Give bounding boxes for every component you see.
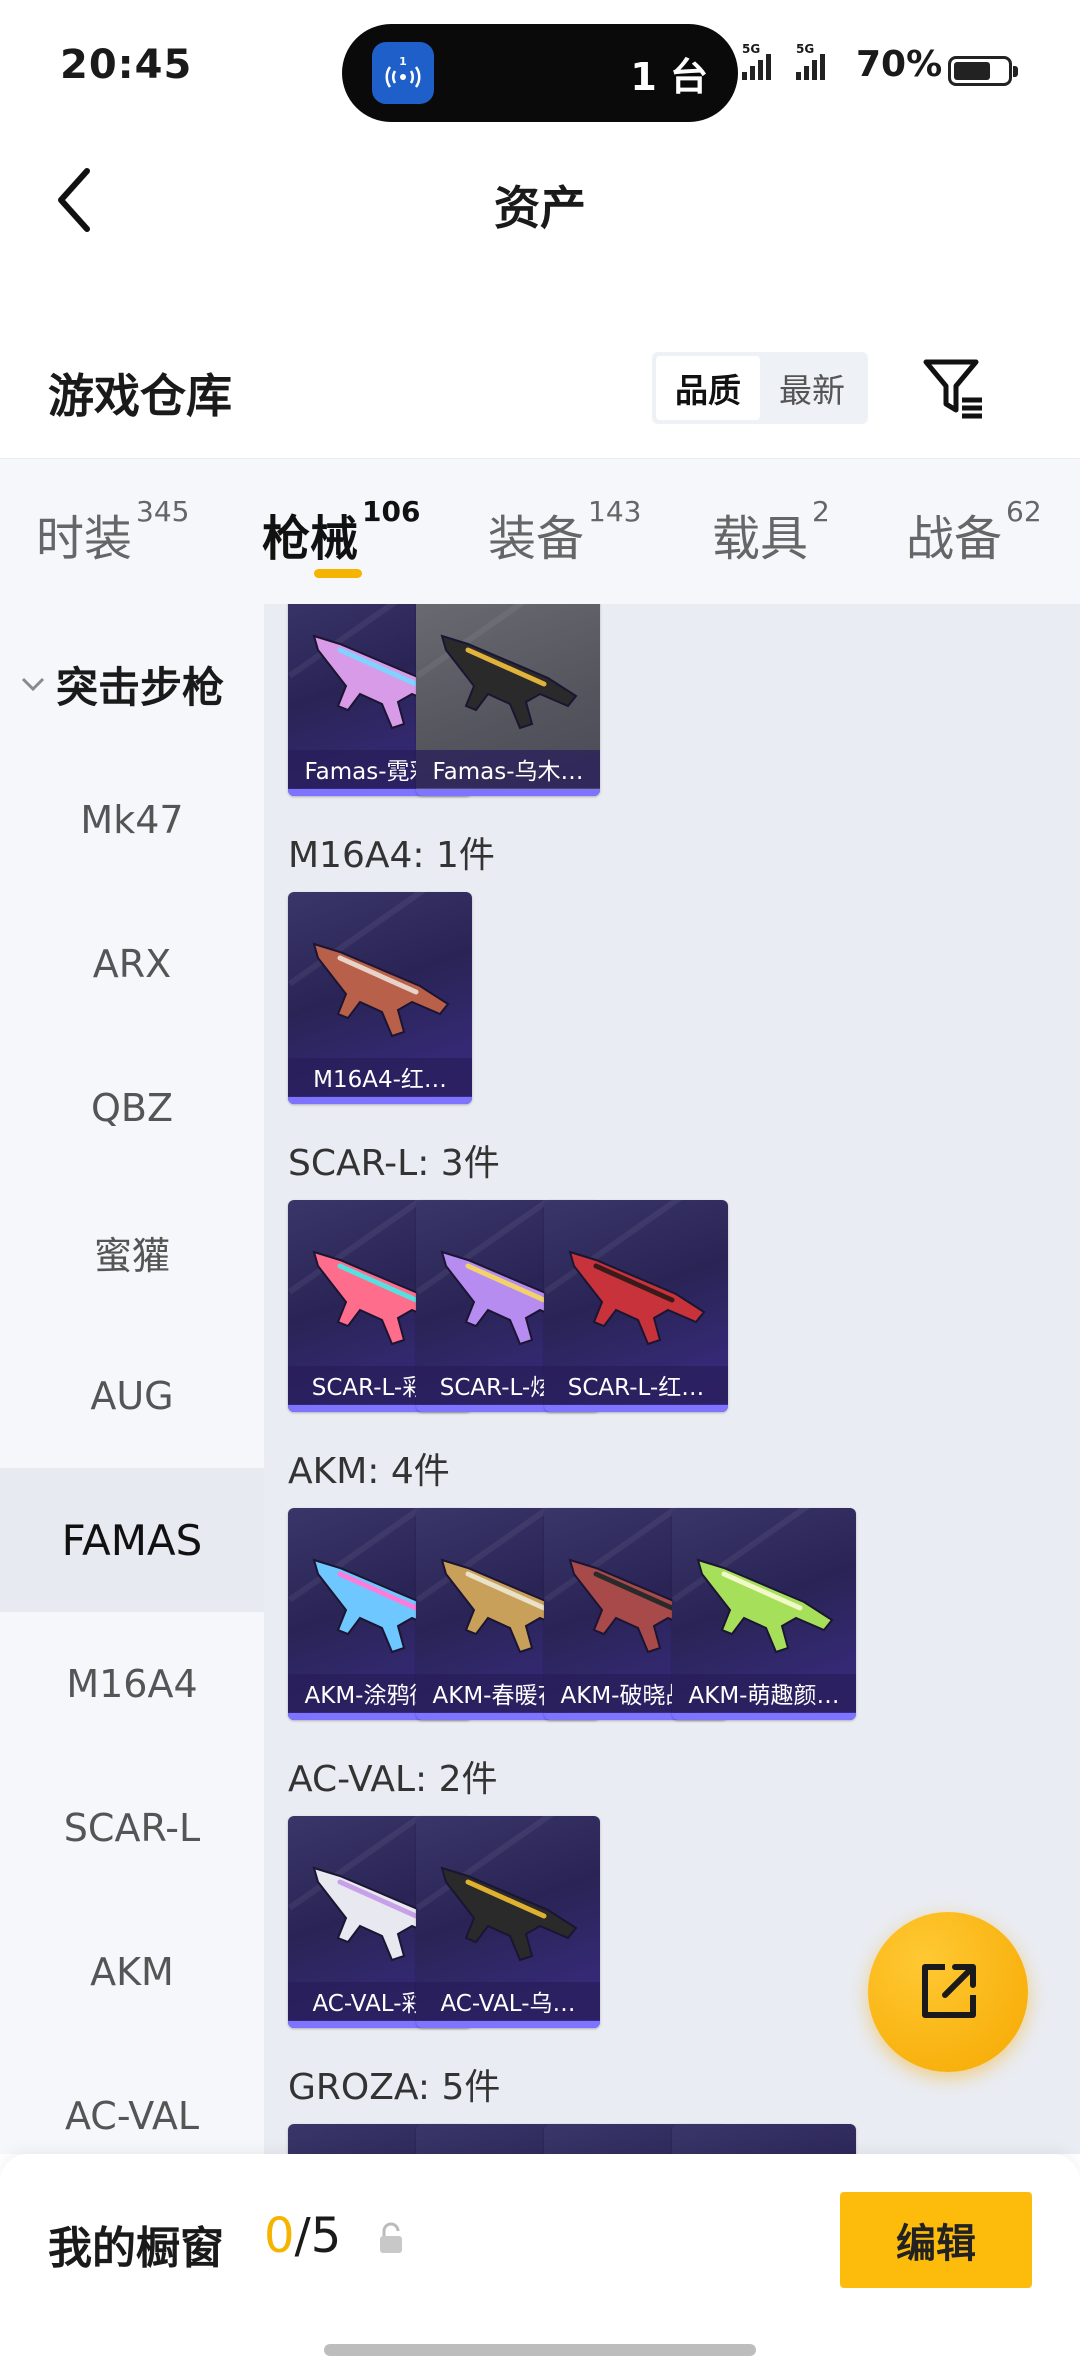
group-label: M16A4: 1件: [288, 835, 495, 876]
sidebar-category-assault-rifles[interactable]: 突击步枪: [20, 654, 224, 715]
inventory-title: 游戏仓库: [48, 369, 232, 423]
status-bar: 20:45 1 1 台 5G 5G 70%: [0, 0, 1080, 140]
edit-button[interactable]: 编辑: [840, 2192, 1032, 2288]
share-button[interactable]: [868, 1912, 1028, 2072]
weapon-card[interactable]: M16A4-红…: [288, 892, 472, 1104]
sort-quality[interactable]: 品质: [656, 356, 760, 420]
showcase-count: 0/5: [264, 2208, 342, 2264]
group-label: SCAR-L: 3件: [288, 1143, 500, 1184]
rarity-bar: [416, 789, 600, 796]
weapon-card[interactable]: SCAR-L-红…: [544, 1200, 728, 1412]
sidebar-item-m16a4[interactable]: M16A4: [0, 1612, 264, 1756]
group-label: GROZA: 5件: [288, 2067, 501, 2108]
weapon-name: Famas-乌木…: [416, 750, 600, 788]
sidebar-item-akm[interactable]: AKM: [0, 1900, 264, 2044]
sidebar-item-arx[interactable]: ARX: [0, 892, 264, 1036]
sidebar-item-honey-badger[interactable]: 蜜獾: [0, 1180, 264, 1324]
weapon-name: AC-VAL-乌…: [416, 1982, 600, 2020]
sidebar-item-famas[interactable]: FAMAS: [0, 1468, 264, 1612]
dynamic-island[interactable]: 1 1 台: [342, 24, 738, 122]
tab-supplies[interactable]: 战备 62: [906, 495, 1042, 569]
home-indicator[interactable]: [324, 2344, 756, 2356]
share-icon: [922, 1964, 976, 2018]
weapon-image: [312, 942, 450, 1038]
sidebar-item-scar-l[interactable]: SCAR-L: [0, 1756, 264, 1900]
lock-icon: [380, 2222, 402, 2253]
rarity-bar: [544, 1405, 728, 1412]
tab-vehicles[interactable]: 载具 2: [712, 495, 830, 569]
weapon-image: [696, 1558, 834, 1654]
chevron-down-icon: [21, 677, 45, 691]
group-label: AKM: 4件: [288, 1451, 450, 1492]
filter-button[interactable]: [918, 352, 990, 424]
weapon-type-sidebar: 突击步枪 Mk47 ARX QBZ 蜜獾 AUG FAMAS M16A4 SCA…: [0, 604, 264, 2154]
tab-fashion[interactable]: 时装 345: [36, 495, 189, 569]
battery-icon: [948, 56, 1018, 86]
sort-latest[interactable]: 最新: [760, 356, 864, 420]
group-label: AC-VAL: 2件: [288, 1759, 498, 1800]
weapon-card[interactable]: Famas-乌木…: [416, 604, 600, 796]
sidebar-item-aug[interactable]: AUG: [0, 1324, 264, 1468]
weapon-image: [440, 1866, 578, 1962]
tab-equipment[interactable]: 装备 143: [488, 495, 641, 569]
weapon-card[interactable]: [672, 2124, 856, 2154]
sidebar-item-mk47[interactable]: Mk47: [0, 748, 264, 892]
weapon-image: [568, 1250, 706, 1346]
rarity-bar: [416, 2021, 600, 2028]
weapon-card[interactable]: AKM-萌趣颜…: [672, 1508, 856, 1720]
category-tabs: 时装 345 枪械 106 装备 143 载具 2 战备 62: [0, 458, 1080, 604]
weapon-card[interactable]: AC-VAL-乌…: [416, 1816, 600, 2028]
sort-toggle: 品质 最新: [652, 352, 868, 424]
battery-percent: 70%: [856, 44, 943, 85]
svg-text:1: 1: [399, 55, 407, 68]
weapon-name: M16A4-红…: [288, 1058, 472, 1096]
bottom-bar: 我的橱窗 0/5 编辑: [0, 2154, 1080, 2376]
sidebar-item-qbz[interactable]: QBZ: [0, 1036, 264, 1180]
tab-guns[interactable]: 枪械 106: [262, 495, 420, 569]
screen: 20:45 1 1 台 5G 5G 70% 资产 游戏仓库 品质 最新 时装 3…: [0, 0, 1080, 2376]
rarity-bar: [672, 1713, 856, 1720]
active-tab-indicator: [314, 569, 362, 578]
rarity-bar: [288, 1097, 472, 1104]
status-time: 20:45: [60, 42, 193, 88]
filter-icon: [923, 359, 982, 419]
showcase-label: 我的橱窗: [48, 2223, 224, 2274]
signal-icon-2: 5G: [796, 42, 825, 80]
connected-devices-count: 1 台: [630, 55, 708, 99]
weapon-name: SCAR-L-红…: [544, 1366, 728, 1404]
signal-icon: 5G: [742, 42, 771, 80]
weapon-image: [440, 634, 578, 730]
page-title: 资产: [494, 181, 586, 235]
hotspot-icon: 1: [372, 42, 434, 104]
weapon-name: AKM-萌趣颜…: [672, 1674, 856, 1712]
